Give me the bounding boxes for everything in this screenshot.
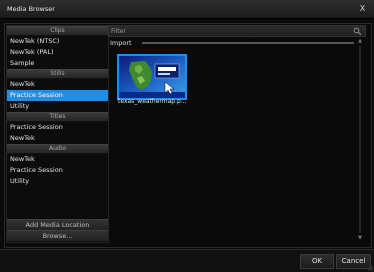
filter-input[interactable] (111, 27, 347, 35)
ok-button[interactable]: OK (300, 254, 334, 269)
cancel-button[interactable]: Cancel (336, 254, 371, 269)
section-header-clips: Clips (7, 26, 108, 36)
section-header-stills: Stills (7, 69, 108, 79)
sidebar-item-titles-practice-session[interactable]: Practice Session (7, 122, 108, 133)
title-bar: Media Browser X (0, 0, 374, 19)
search-icon[interactable] (353, 27, 362, 35)
resize-grip-icon[interactable] (368, 266, 373, 271)
sidebar-item-clips-newtek-pal[interactable]: NewTek (PAL) (7, 47, 108, 58)
group-label-import: Import (110, 39, 132, 47)
sidebar-item-audio-utility[interactable]: Utility (7, 176, 108, 187)
media-item-label: texas_weathermap.p... (118, 98, 187, 105)
sidebar-item-clips-newtek-ntsc[interactable]: NewTek (NTSC) (7, 36, 108, 47)
scroll-track[interactable] (359, 46, 361, 233)
section-header-audio: Audio (7, 144, 108, 154)
vertical-scrollbar[interactable]: ▲ ▼ (356, 37, 364, 242)
section-header-titles: Titles (7, 112, 108, 122)
sidebar-item-titles-newtek[interactable]: NewTek (7, 133, 108, 144)
window-title: Media Browser (7, 5, 55, 13)
filter-bar (108, 25, 366, 37)
sidebar-item-audio-newtek[interactable]: NewTek (7, 154, 108, 165)
group-divider (142, 42, 354, 44)
add-media-location-button[interactable]: Add Media Location (7, 219, 108, 230)
scroll-down-icon[interactable]: ▼ (356, 234, 364, 242)
weathermap-image (119, 56, 185, 98)
sidebar-item-clips-sample[interactable]: Sample (7, 58, 108, 69)
sidebar-item-stills-practice-session[interactable]: Practice Session (7, 90, 108, 101)
media-thumbnail[interactable] (117, 54, 187, 100)
sidebar-item-audio-practice-session[interactable]: Practice Session (7, 165, 108, 176)
sidebar-item-stills-newtek[interactable]: NewTek (7, 79, 108, 90)
sidebar-item-stills-utility[interactable]: Utility (7, 101, 108, 112)
scroll-up-icon[interactable]: ▲ (356, 37, 364, 45)
dialog-footer: OK Cancel (0, 249, 374, 272)
close-button[interactable]: X (357, 3, 368, 14)
browse-button[interactable]: Browse... (7, 230, 108, 241)
location-sidebar: Clips NewTek (NTSC) NewTek (PAL) Sample … (6, 25, 109, 243)
media-pane: Import texas_weathermap.p... (108, 25, 366, 241)
